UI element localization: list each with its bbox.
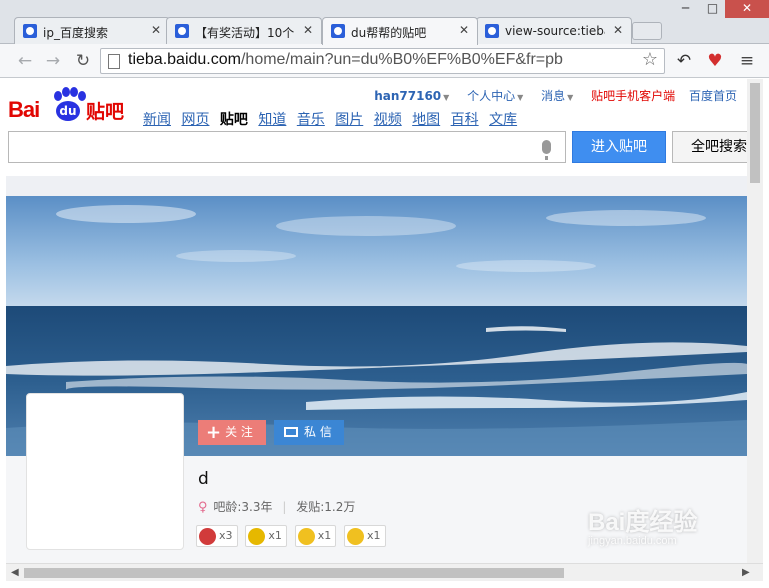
- close-icon[interactable]: ✕: [301, 23, 315, 37]
- private-message-button[interactable]: 私 信: [274, 420, 344, 445]
- tab-title: du帮帮的贴吧: [351, 26, 427, 40]
- messages-link[interactable]: 消息 ▼: [541, 89, 573, 103]
- username-link[interactable]: han77160 ▼: [374, 89, 449, 103]
- minimize-button[interactable]: ─: [672, 0, 699, 18]
- user-nav: han77160 ▼ 个人中心 ▼ 消息 ▼ 贴吧手机客户端 百度首页: [360, 87, 737, 104]
- browser-tab[interactable]: 【有奖活动】10个 ✕: [166, 17, 322, 44]
- logo-text-du: du: [56, 101, 80, 121]
- browser-tab[interactable]: ip_百度搜索 ✕: [14, 17, 170, 44]
- microphone-icon[interactable]: [542, 140, 551, 160]
- star-badge-icon: [297, 528, 315, 545]
- url-text: tieba.baidu.com/home/main?un=du%B0%EF%B0…: [128, 51, 563, 68]
- badge-item[interactable]: x1: [245, 525, 287, 547]
- browser-tab[interactable]: view-source:tieba ✕: [476, 17, 632, 44]
- browser-tab-strip: ip_百度搜索 ✕ 【有奖活动】10个 ✕ du帮帮的贴吧 ✕ view-sou…: [0, 0, 769, 45]
- paw-favicon-icon: [23, 24, 37, 38]
- vertical-scrollbar[interactable]: [747, 79, 763, 563]
- logo-text-bai: Bai: [8, 97, 40, 122]
- follow-label: 关 注: [225, 425, 253, 439]
- mobile-client-link[interactable]: 贴吧手机客户端: [591, 89, 675, 103]
- star-lock-badge-icon: [347, 528, 365, 545]
- post-count: 发贴:1.2万: [296, 500, 356, 514]
- plus-icon: +: [206, 422, 222, 443]
- avatar-badge-icon: [199, 528, 216, 545]
- channel-web[interactable]: 网页: [181, 112, 209, 128]
- chevron-down-icon: ▼: [517, 93, 524, 102]
- scroll-left-icon[interactable]: ◀: [11, 567, 19, 578]
- badge-count: x1: [367, 529, 381, 542]
- extension-icon[interactable]: ↶: [673, 50, 695, 72]
- page-viewport: Bai du 贴吧 han77160 ▼ 个人中心 ▼ 消息 ▼ 贴吧手机客户端 百度…: [6, 79, 747, 563]
- page-icon: [108, 54, 120, 69]
- badge-item[interactable]: x3: [196, 525, 238, 547]
- browser-toolbar: ← → ↻ tieba.baidu.com/home/main?un=du%B0…: [0, 44, 769, 78]
- channel-music[interactable]: 音乐: [297, 112, 325, 128]
- tab-title: view-source:tieba: [505, 24, 605, 38]
- scroll-right-icon[interactable]: ▶: [742, 567, 750, 578]
- paw-favicon-icon: [485, 24, 499, 38]
- badge-item[interactable]: x1: [344, 525, 386, 547]
- badge-count: x1: [317, 529, 332, 542]
- follow-button[interactable]: + 关 注: [198, 420, 266, 445]
- badge-count: x3: [219, 529, 233, 542]
- paw-favicon-icon: [331, 24, 345, 38]
- close-icon[interactable]: ✕: [457, 23, 471, 37]
- close-icon[interactable]: ✕: [611, 23, 625, 37]
- horizontal-scrollbar[interactable]: ◀ ▶: [6, 563, 763, 581]
- baidu-home-link[interactable]: 百度首页: [689, 89, 737, 103]
- profile-username: d: [198, 469, 209, 489]
- channel-zhidao[interactable]: 知道: [258, 112, 286, 128]
- address-bar[interactable]: tieba.baidu.com/home/main?un=du%B0%EF%B0…: [100, 48, 665, 74]
- envelope-icon: [284, 427, 298, 437]
- header-divider: [6, 176, 747, 196]
- personal-center-link[interactable]: 个人中心 ▼: [467, 89, 523, 103]
- logo-text-tieba: 贴吧: [86, 101, 125, 123]
- search-all-button[interactable]: 全吧搜索: [672, 131, 747, 163]
- channel-news[interactable]: 新闻: [143, 112, 171, 128]
- paw-logo-icon: du: [50, 87, 86, 121]
- forward-arrow-icon[interactable]: →: [42, 50, 64, 72]
- stats-divider: |: [282, 500, 287, 514]
- paw-favicon-icon: [175, 24, 189, 38]
- back-arrow-icon[interactable]: ←: [14, 50, 36, 72]
- baidu-jingyan-watermark: Bai度经验 jingyan.baidu.com: [588, 502, 697, 547]
- bookmark-star-icon[interactable]: ☆: [642, 49, 658, 70]
- channel-nav: 新闻 网页 贴吧 知道 音乐 图片 视频 地图 百科 文库: [143, 109, 523, 129]
- message-label: 私 信: [304, 425, 332, 439]
- scrollbar-thumb[interactable]: [750, 83, 760, 183]
- channel-images[interactable]: 图片: [335, 112, 363, 128]
- female-gender-icon: ♀: [198, 500, 208, 515]
- level-badge-icon: [248, 528, 266, 545]
- channel-video[interactable]: 视频: [374, 112, 402, 128]
- close-icon[interactable]: ✕: [149, 23, 163, 37]
- enter-tieba-button[interactable]: 进入贴吧: [572, 131, 666, 163]
- badge-list: x3 x1 x1 x1: [196, 525, 390, 547]
- channel-map[interactable]: 地图: [412, 112, 440, 128]
- profile-stats: ♀ 吧龄:3.3年 | 发贴:1.2万: [198, 498, 355, 515]
- search-input[interactable]: [8, 131, 566, 163]
- browser-tab-active[interactable]: du帮帮的贴吧 ✕: [322, 17, 478, 45]
- watermark-text: Bai度经验: [588, 509, 698, 536]
- tab-title: 【有奖活动】10个: [195, 26, 295, 40]
- channel-baike[interactable]: 百科: [451, 112, 479, 128]
- channel-tieba: 贴吧: [219, 112, 248, 128]
- badge-count: x1: [268, 529, 282, 542]
- reload-icon[interactable]: ↻: [72, 50, 94, 72]
- heart-extension-icon[interactable]: ♥: [704, 50, 726, 72]
- new-tab-button[interactable]: [632, 22, 662, 40]
- baidu-tieba-logo[interactable]: Bai du 贴吧: [6, 85, 130, 125]
- channel-wenku[interactable]: 文库: [489, 112, 517, 128]
- watermark-subtext: jingyan.baidu.com: [588, 535, 677, 547]
- avatar[interactable]: [26, 393, 184, 550]
- scrollbar-thumb[interactable]: [24, 568, 564, 578]
- chevron-down-icon: ▼: [443, 93, 450, 102]
- maximize-button[interactable]: □: [699, 0, 726, 18]
- tieba-age: 吧龄:3.3年: [213, 500, 273, 514]
- tab-title: ip_百度搜索: [43, 26, 108, 40]
- badge-item[interactable]: x1: [294, 525, 337, 547]
- menu-icon[interactable]: ≡: [736, 50, 758, 72]
- chevron-down-icon: ▼: [567, 93, 574, 102]
- close-window-button[interactable]: ✕: [725, 0, 769, 18]
